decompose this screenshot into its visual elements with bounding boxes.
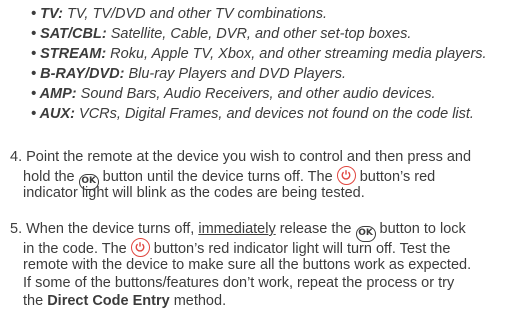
text-span: release the xyxy=(275,221,356,237)
step-4-line-1: 4. Point the remote at the device you wi… xyxy=(10,149,472,165)
step-5-line-5: the Direct Code Entry method. xyxy=(10,292,518,310)
text-span: button’s red xyxy=(355,169,436,185)
text-span: hold the xyxy=(23,169,79,185)
text-span: button’s red indicator light will turn o… xyxy=(149,241,451,257)
step-5-line-1: 5. When the device turns off, immediatel… xyxy=(10,220,518,242)
list-item-sat-cbl: • SAT/CBL: Satellite, Cable, DVR, and ot… xyxy=(31,24,511,44)
power-button-icon xyxy=(336,166,356,185)
list-item-bray-dvd: • B-RAY/DVD: Blu-ray Players and DVD Pla… xyxy=(31,64,511,84)
bullet-key: • SAT/CBL: xyxy=(31,26,107,42)
step-5-line-4: If some of the buttons/features don’t wo… xyxy=(23,275,455,291)
step-4-line-2: hold the OK button until the device turn… xyxy=(10,166,518,190)
bullet-text: Blu-ray Players and DVD Players. xyxy=(124,66,347,82)
bullet-key: • B-RAY/DVD: xyxy=(31,66,125,82)
bullet-key: • AMP: xyxy=(31,86,77,102)
step-5-line-3: remote with the device to make sure all … xyxy=(23,257,472,273)
bullet-key: • AUX: xyxy=(31,106,76,122)
bullet-text: VCRs, Digital Frames, and devices not fo… xyxy=(75,106,474,122)
list-item-tv: • TV: TV, TV/DVD and other TV combinatio… xyxy=(31,4,511,24)
direct-code-entry-label: Direct Code Entry xyxy=(47,293,170,309)
step-4-line-3: indicator light will blink as the codes … xyxy=(23,185,365,201)
list-item-stream: • STREAM: Roku, Apple TV, Xbox, and othe… xyxy=(31,44,511,64)
step-5: 5. When the device turns off, immediatel… xyxy=(10,220,518,310)
device-type-list: • TV: TV, TV/DVD and other TV combinatio… xyxy=(31,4,511,124)
bullet-text: Satellite, Cable, DVR, and other set-top… xyxy=(106,26,412,42)
list-item-aux: • AUX: VCRs, Digital Frames, and devices… xyxy=(31,104,511,124)
step-5-line-2: in the code. The button’s red indicator … xyxy=(10,238,518,257)
text-span: in the code. The xyxy=(23,241,131,257)
text-span: button until the device turns off. The xyxy=(98,169,337,185)
list-item-amp: • AMP: Sound Bars, Audio Receivers, and … xyxy=(31,84,511,104)
bullet-key: • STREAM: xyxy=(31,46,107,62)
step-4: 4. Point the remote at the device you wi… xyxy=(10,148,518,202)
text-span: the xyxy=(23,293,48,309)
text-span: button to lock xyxy=(375,221,466,237)
bullet-text: TV, TV/DVD and other TV combinations. xyxy=(62,6,327,22)
text-span: method. xyxy=(169,293,227,309)
emphasis-underline: immediately xyxy=(198,221,276,237)
bullet-key: • TV: xyxy=(31,6,63,22)
power-button-icon xyxy=(130,238,150,257)
bullet-text: Sound Bars, Audio Receivers, and other a… xyxy=(76,86,436,102)
text-span: 5. When the device turns off, xyxy=(10,221,199,237)
bullet-text: Roku, Apple TV, Xbox, and other streamin… xyxy=(106,46,487,62)
